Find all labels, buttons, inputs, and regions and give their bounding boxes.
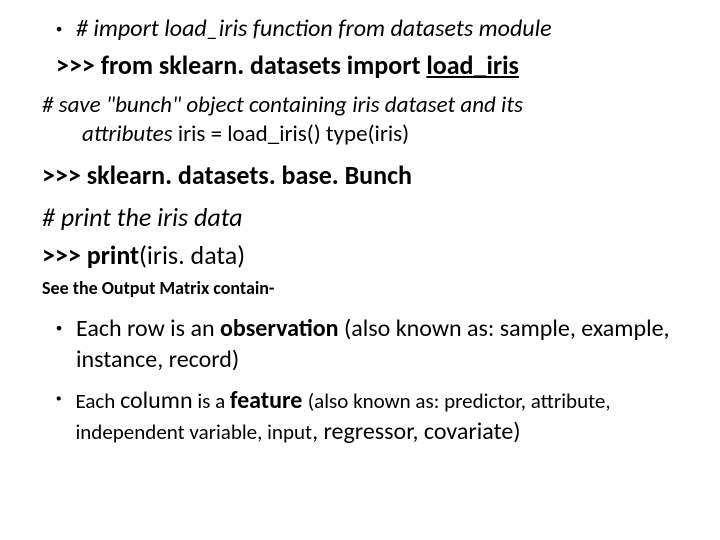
comment-print: # print the iris data xyxy=(42,201,690,233)
code-print-prompt: >>> xyxy=(42,239,87,271)
bullet-row: ● Each row is an observation (also known… xyxy=(56,313,690,375)
output-bunch: >>> sklearn. datasets. base. Bunch xyxy=(42,159,690,191)
code-import-underline: load_iris xyxy=(426,49,519,81)
code-import-prefix: >>> from sklearn. datasets import xyxy=(56,49,426,81)
comment-save-a: # save "bunch" object containing iris da… xyxy=(42,91,523,119)
slide: ● # import load_iris function from datas… xyxy=(0,0,720,540)
comment-save-b-rest: iris = load_iris() type(iris) xyxy=(173,120,409,148)
bullet-column: ● Each column is a feature (also known a… xyxy=(56,385,690,447)
bullet-dot-icon: ● xyxy=(56,323,62,333)
bullet-dot-icon: ● xyxy=(56,394,61,403)
bullet-import-comment: ● # import load_iris function from datas… xyxy=(56,14,690,44)
bullet-dot-icon: ● xyxy=(56,24,62,34)
bullet-row-text: Each row is an observation (also known a… xyxy=(76,313,690,375)
text-import-comment: # import load_iris function from dataset… xyxy=(76,14,552,44)
comment-save-b-italic: attributes xyxy=(82,120,173,148)
code-print: >>> print(iris. data) xyxy=(42,239,690,271)
comment-save-bunch: # save "bunch" object containing iris da… xyxy=(42,91,690,149)
code-print-args: (iris. data) xyxy=(139,239,245,271)
code-print-fn: print xyxy=(87,239,139,271)
code-import: >>> from sklearn. datasets import load_i… xyxy=(56,50,690,81)
text-see-output: See the Output Matrix contain- xyxy=(42,277,690,299)
bullet-column-text: Each column is a feature (also known as:… xyxy=(75,385,690,447)
